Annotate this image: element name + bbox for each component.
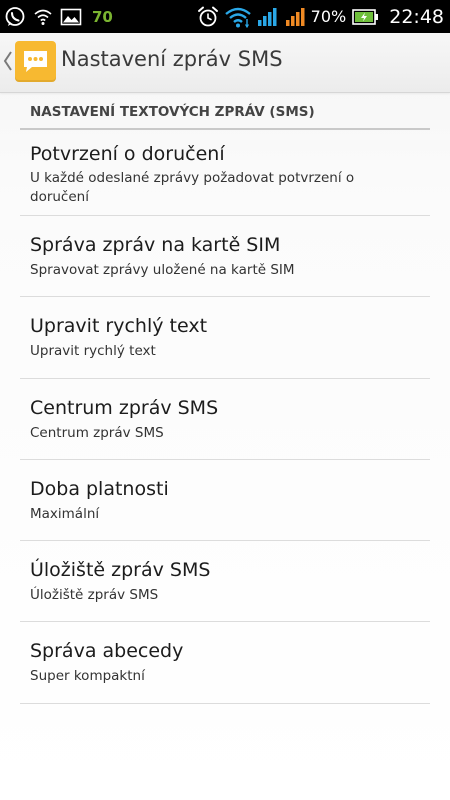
- screen: 70 70% 22:48 Nastavení zpráv SMS NASTAVE…: [0, 0, 450, 800]
- clock: 22:48: [389, 5, 444, 28]
- battery-charging-icon: [352, 8, 379, 26]
- pref-title: Upravit rychlý text: [30, 315, 208, 337]
- pref-title: Správa abecedy: [30, 640, 184, 662]
- pref-summary: Centrum zpráv SMS: [30, 425, 164, 441]
- pref-title: Úložiště zpráv SMS: [30, 559, 211, 581]
- pref-title: Potvrzení o doručení: [30, 143, 225, 165]
- pref-delivery-report[interactable]: Potvrzení o doručení U každé odeslané zp…: [20, 130, 430, 216]
- wifi-icon: [224, 6, 251, 28]
- pref-summary: Upravit rychlý text: [30, 343, 156, 359]
- pref-sms-center[interactable]: Centrum zpráv SMS Centrum zpráv SMS: [20, 379, 430, 460]
- section-header: NASTAVENÍ TEXTOVÝCH ZPRÁV (SMS): [30, 104, 315, 120]
- action-bar: Nastavení zpráv SMS: [0, 33, 450, 93]
- pref-sim-messages[interactable]: Správa zpráv na kartě SIM Spravovat zprá…: [20, 216, 430, 297]
- signal-icon: [285, 7, 307, 27]
- signal-icon: [257, 7, 279, 27]
- pref-validity-period[interactable]: Doba platnosti Maximální: [20, 460, 430, 541]
- pref-summary: Úložiště zpráv SMS: [30, 587, 159, 603]
- status-bar-system: 70% 22:48: [191, 0, 444, 33]
- pref-title: Správa zpráv na kartě SIM: [30, 234, 281, 256]
- alarm-icon: [197, 6, 219, 28]
- page-title: Nastavení zpráv SMS: [61, 47, 283, 71]
- status-bar: 70 70% 22:48: [0, 0, 450, 33]
- pref-summary: U každé odeslané zprávy požadovat potvrz…: [30, 170, 355, 205]
- status-bar-notifications: 70: [4, 0, 113, 33]
- notification-count-badge: 70: [92, 7, 113, 26]
- pref-summary: Spravovat zprávy uložené na kartě SIM: [30, 262, 295, 278]
- pref-title: Centrum zpráv SMS: [30, 397, 219, 419]
- pref-summary: Maximální: [30, 506, 100, 522]
- chevron-left-icon[interactable]: [2, 50, 14, 72]
- pref-alphabet-management[interactable]: Správa abecedy Super kompaktní: [20, 622, 430, 704]
- pref-sms-storage[interactable]: Úložiště zpráv SMS Úložiště zpráv SMS: [20, 541, 430, 622]
- messaging-app-icon[interactable]: [15, 41, 56, 82]
- wifi-icon: [34, 8, 52, 26]
- pref-title: Doba platnosti: [30, 478, 169, 500]
- pref-summary: Super kompaktní: [30, 668, 145, 684]
- gallery-icon: [60, 8, 82, 26]
- whatsapp-icon: [4, 6, 26, 28]
- pref-quick-text[interactable]: Upravit rychlý text Upravit rychlý text: [20, 297, 430, 379]
- battery-percent: 70%: [310, 7, 347, 26]
